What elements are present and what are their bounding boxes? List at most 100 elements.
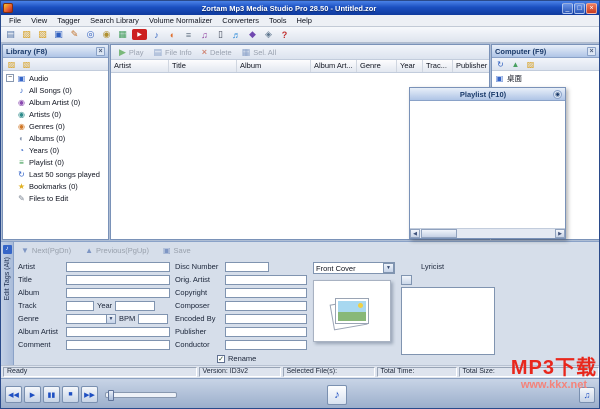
cd-ripper-icon[interactable]: ◉ bbox=[100, 28, 113, 41]
seek-slider-thumb[interactable] bbox=[108, 390, 114, 401]
minimize-button[interactable]: _ bbox=[562, 3, 573, 14]
lyricist-tool-button[interactable] bbox=[401, 275, 412, 285]
album-input[interactable] bbox=[66, 288, 170, 298]
genre-select[interactable]: ▼ bbox=[66, 314, 116, 324]
library-item-files-to-edit[interactable]: ✎ Files to Edit bbox=[3, 192, 108, 204]
playlist-body[interactable] bbox=[410, 101, 565, 228]
column-album-artist[interactable]: Album Art... bbox=[311, 60, 357, 72]
column-title[interactable]: Title bbox=[169, 60, 237, 72]
chevron-down-icon[interactable]: ▼ bbox=[383, 263, 394, 273]
converter-icon[interactable]: ◆ bbox=[246, 28, 259, 41]
pause-track-button[interactable]: ▮▮ bbox=[43, 386, 60, 403]
stop-track-button[interactable]: ■ bbox=[62, 386, 79, 403]
computer-panel-header[interactable]: Computer (F9) × bbox=[492, 45, 599, 58]
genre-input[interactable] bbox=[66, 314, 107, 324]
library-close-icon[interactable]: × bbox=[96, 47, 105, 56]
menu-tools[interactable]: Tools bbox=[264, 16, 292, 25]
add-folder-icon[interactable]: ▨ bbox=[6, 60, 17, 69]
file-info-button[interactable]: ▤ File Info bbox=[154, 47, 192, 58]
collapse-icon[interactable]: − bbox=[6, 74, 14, 82]
library-item-last-50-songs[interactable]: ↻ Last 50 songs played bbox=[3, 168, 108, 180]
orig-artist-input[interactable] bbox=[225, 275, 307, 285]
composer-input[interactable] bbox=[225, 301, 307, 311]
browse-folder-icon[interactable]: ▨ bbox=[525, 60, 536, 69]
disc-number-input[interactable] bbox=[225, 262, 269, 272]
edit-tags-tab[interactable]: ♪ Edit Tags (Alt) bbox=[1, 242, 14, 366]
library-panel-header[interactable]: Library (F8) × bbox=[3, 45, 108, 58]
burn-cd-icon[interactable]: ◐ bbox=[166, 28, 179, 41]
next-button[interactable]: ▼ Next(PgDn) bbox=[18, 245, 74, 256]
menu-converters[interactable]: Converters bbox=[217, 16, 264, 25]
scroll-left-icon[interactable]: ◀ bbox=[410, 229, 420, 238]
previous-track-button[interactable]: ◀◀ bbox=[5, 386, 22, 403]
normalizer-icon[interactable]: ♪ bbox=[150, 28, 163, 41]
column-publisher[interactable]: Publisher bbox=[453, 60, 489, 72]
column-year[interactable]: Year bbox=[397, 60, 423, 72]
comment-input[interactable] bbox=[66, 340, 170, 350]
new-library-icon[interactable]: ▤ bbox=[4, 28, 17, 41]
year-input[interactable] bbox=[115, 301, 155, 311]
album-artist-input[interactable] bbox=[66, 327, 170, 337]
playlist-panel-header[interactable]: Playlist (F10) ◉ bbox=[410, 88, 565, 101]
menu-tagger[interactable]: Tagger bbox=[52, 16, 85, 25]
menu-help[interactable]: Help bbox=[292, 16, 317, 25]
search-library-icon[interactable]: ◎ bbox=[84, 28, 97, 41]
seek-slider[interactable] bbox=[105, 392, 177, 398]
library-item-playlist[interactable]: ≡ Playlist (0) bbox=[3, 156, 108, 168]
music-note-button[interactable]: ♪ bbox=[327, 385, 347, 405]
save-button[interactable]: ▣ Save bbox=[160, 245, 194, 256]
next-track-button[interactable]: ▶▶ bbox=[81, 386, 98, 403]
scroll-right-icon[interactable]: ▶ bbox=[555, 229, 565, 238]
menu-volume-normalizer[interactable]: Volume Normalizer bbox=[144, 16, 217, 25]
title-bar[interactable]: Zortam Mp3 Media Studio Pro 28.50 - Unti… bbox=[1, 1, 599, 15]
delete-button[interactable]: × Delete bbox=[202, 47, 232, 57]
library-item-all-songs[interactable]: ♪ All Songs (0) bbox=[3, 84, 108, 96]
previous-button[interactable]: ▲ Previous(PgUp) bbox=[82, 245, 152, 256]
rename-checkbox[interactable]: ✓ bbox=[217, 355, 225, 363]
library-item-artists[interactable]: ◉ Artists (0) bbox=[3, 108, 108, 120]
column-artist[interactable]: Artist bbox=[111, 60, 169, 72]
track-input[interactable] bbox=[66, 301, 94, 311]
scrollbar-track[interactable] bbox=[420, 229, 555, 238]
library-item-album-artist[interactable]: ◉ Album Artist (0) bbox=[3, 96, 108, 108]
conductor-input[interactable] bbox=[225, 340, 307, 350]
ipod-icon[interactable]: ▯ bbox=[214, 28, 227, 41]
play-button[interactable]: ▶ Play bbox=[119, 47, 144, 58]
refresh-icon[interactable]: ↻ bbox=[495, 60, 506, 69]
scrollbar-thumb[interactable] bbox=[421, 229, 457, 238]
close-button[interactable]: × bbox=[586, 3, 597, 14]
save-library-icon[interactable]: ▣ bbox=[52, 28, 65, 41]
computer-item-desktop[interactable]: ▣ 桌面 bbox=[492, 72, 599, 84]
menu-search-library[interactable]: Search Library bbox=[85, 16, 144, 25]
column-track[interactable]: Trac... bbox=[423, 60, 453, 72]
lyrics-icon[interactable]: ≡ bbox=[182, 28, 195, 41]
youtube-icon[interactable]: ▶ bbox=[132, 29, 147, 40]
computer-close-icon[interactable]: × bbox=[587, 47, 596, 56]
cover-type-select[interactable]: Front Cover ▼ bbox=[313, 262, 395, 274]
settings-icon[interactable]: ◈ bbox=[262, 28, 275, 41]
album-art-icon[interactable]: ▦ bbox=[116, 28, 129, 41]
column-album[interactable]: Album bbox=[237, 60, 311, 72]
playlist-menu-icon[interactable]: ◉ bbox=[553, 90, 562, 99]
lyricist-textarea[interactable] bbox=[401, 287, 495, 355]
chevron-down-icon[interactable]: ▼ bbox=[107, 314, 116, 324]
library-root-audio[interactable]: − ▣ Audio bbox=[3, 72, 108, 84]
auto-tag-icon[interactable]: ✎ bbox=[68, 28, 81, 41]
menu-view[interactable]: View bbox=[26, 16, 52, 25]
album-art-placeholder[interactable] bbox=[313, 280, 391, 342]
bpm-input[interactable] bbox=[138, 314, 168, 324]
help-icon[interactable]: ? bbox=[278, 28, 291, 41]
open-folder-icon[interactable]: ▨ bbox=[20, 28, 33, 41]
maximize-button[interactable]: □ bbox=[574, 3, 585, 14]
artist-input[interactable] bbox=[66, 262, 170, 272]
library-item-bookmarks[interactable]: ★ Bookmarks (0) bbox=[3, 180, 108, 192]
itunes-icon[interactable]: ♬ bbox=[230, 28, 243, 41]
scan-folder-icon[interactable]: ▧ bbox=[36, 28, 49, 41]
playlist-scrollbar[interactable]: ◀ ▶ bbox=[410, 228, 565, 238]
remove-folder-icon[interactable]: ▧ bbox=[21, 60, 32, 69]
karaoke-icon[interactable]: ♫ bbox=[198, 28, 211, 41]
encoded-by-input[interactable] bbox=[225, 314, 307, 324]
play-track-button[interactable]: ▶ bbox=[24, 386, 41, 403]
library-item-albums[interactable]: ◐ Albums (0) bbox=[3, 132, 108, 144]
select-all-button[interactable]: ▦ Sel. All bbox=[242, 47, 276, 58]
